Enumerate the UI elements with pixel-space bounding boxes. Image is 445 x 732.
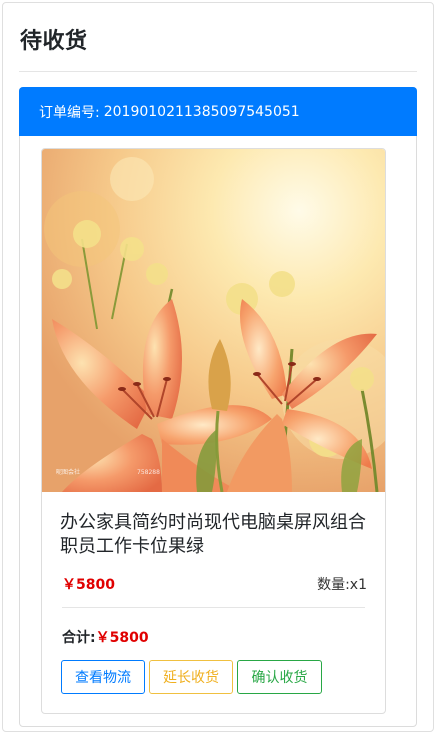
title-divider — [19, 71, 417, 72]
order-card: 订单编号: 2019010211385097545051 昵图会社 758288… — [19, 87, 417, 727]
image-watermark: 昵图会社 — [56, 468, 80, 476]
image-watermark-id: 758288 — [137, 469, 160, 476]
summary-divider — [62, 607, 365, 608]
product-name[interactable]: 办公家具简约时尚现代电脑桌屏风组合职员工作卡位果绿 — [60, 511, 370, 559]
confirm-receipt-button[interactable]: 确认收货 — [237, 660, 322, 694]
extend-receipt-button[interactable]: 延长收货 — [149, 660, 233, 694]
total-label: 合计: — [62, 630, 96, 646]
view-logistics-button[interactable]: 查看物流 — [61, 660, 145, 694]
order-number-label: 订单编号: — [39, 104, 100, 121]
product-quantity: 数量:x1 — [317, 577, 367, 593]
page-title: 待收货 — [20, 29, 88, 54]
total-amount: ￥5800 — [95, 630, 149, 646]
product-price: ￥5800 — [62, 577, 115, 593]
page-container: 待收货 订单编号: 2019010211385097545051 昵图会社 75… — [2, 2, 434, 732]
product-card[interactable]: 昵图会社 758288 办公家具简约时尚现代电脑桌屏风组合职员工作卡位果绿 ￥5… — [41, 148, 386, 714]
order-total: 合计:￥5800 — [62, 627, 149, 647]
order-header: 订单编号: 2019010211385097545051 — [19, 87, 417, 136]
product-image[interactable]: 昵图会社 758288 — [42, 149, 385, 492]
order-number-value: 2019010211385097545051 — [103, 103, 300, 120]
